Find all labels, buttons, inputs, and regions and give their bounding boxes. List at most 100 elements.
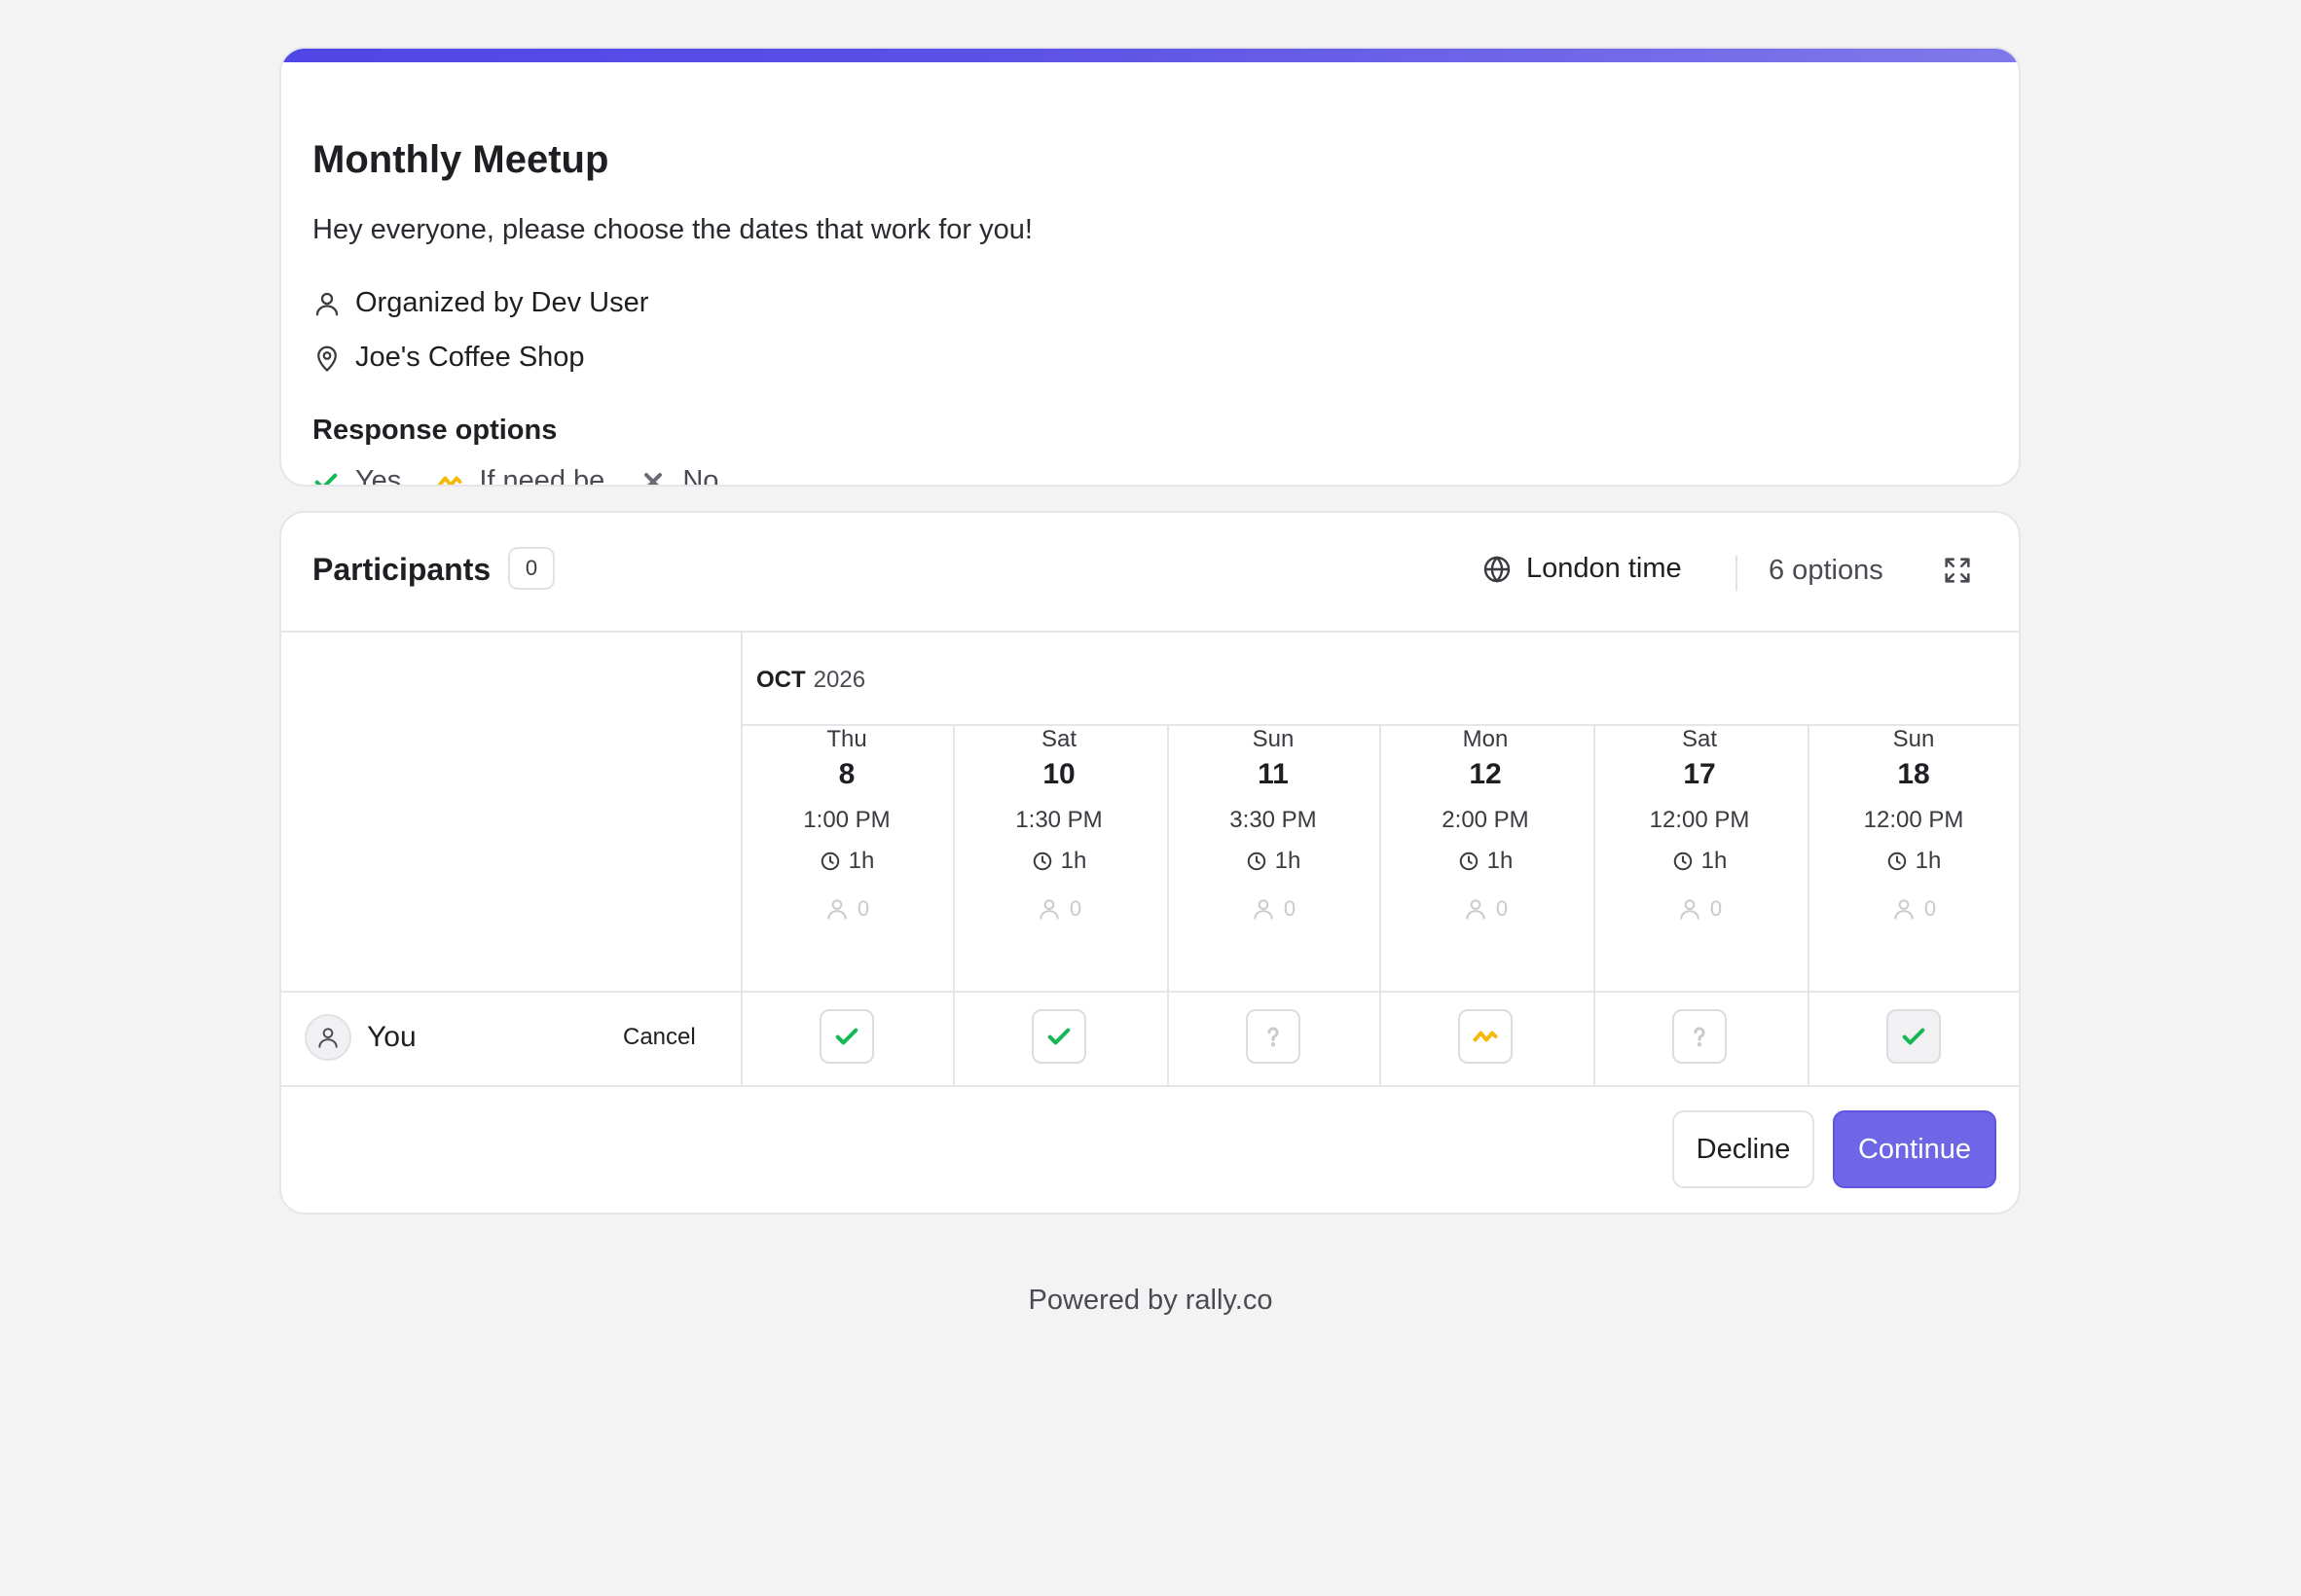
user-icon <box>1894 899 1914 920</box>
option-duration-label: 1h <box>1700 848 1728 874</box>
option-day: 12 <box>1469 758 1502 790</box>
option-count-label: 0 <box>1923 896 1937 921</box>
option-participant-count: 0 <box>1379 896 1591 922</box>
option-day: 11 <box>1258 758 1289 790</box>
option-day-of-week: Sun <box>1252 726 1295 752</box>
clock-icon <box>1887 852 1906 871</box>
participants-title: Participants <box>312 552 492 587</box>
option-column-header: Mon 12 2:00 PM 1h 0 <box>1379 725 1591 922</box>
vote-toggle[interactable] <box>1672 1009 1727 1064</box>
poll-description: Hey everyone, please choose the dates th… <box>312 214 1033 245</box>
header-divider <box>1735 556 1737 591</box>
organizer-text: Organized by Dev User <box>355 287 649 318</box>
option-duration-label: 1h <box>1060 848 1087 874</box>
question-icon <box>1694 1027 1705 1047</box>
option-time: 12:00 PM <box>1863 807 1964 833</box>
participants-card: Participants 0 London time 6 options OCT… <box>279 511 2021 1215</box>
if-need-be-icon <box>437 476 462 485</box>
option-participant-count: 0 <box>1167 896 1379 922</box>
response-option-no: No <box>639 465 718 485</box>
option-day: 18 <box>1897 758 1930 790</box>
avatar <box>305 1014 351 1061</box>
decline-button[interactable]: Decline <box>1672 1110 1814 1188</box>
continue-button[interactable]: Continue <box>1833 1110 1996 1188</box>
option-day-of-week: Sat <box>1681 726 1718 752</box>
user-icon <box>1466 899 1485 920</box>
user-icon <box>1254 899 1273 920</box>
month-year: 2026 <box>813 667 866 693</box>
x-icon <box>644 472 663 485</box>
user-icon <box>827 899 847 920</box>
expand-icon[interactable] <box>1941 554 1974 587</box>
response-option-ifneedbe: If need be <box>436 465 604 485</box>
user-icon <box>315 292 339 315</box>
option-count-label: 0 <box>1283 896 1297 921</box>
vote-toggle[interactable] <box>1886 1009 1941 1064</box>
location-text: Joe's Coffee Shop <box>355 342 585 373</box>
option-column-header: Thu 8 1:00 PM 1h 0 <box>741 725 953 922</box>
timezone-label: London time <box>1526 553 1682 584</box>
option-duration-label: 1h <box>1274 848 1301 874</box>
vote-toggle[interactable] <box>1458 1009 1513 1064</box>
clock-icon <box>1459 852 1478 871</box>
month-header: OCT 2026 <box>756 667 865 694</box>
month-name: OCT <box>756 667 806 693</box>
response-options-legend: Yes If need be No <box>312 465 753 485</box>
option-day-of-week: Thu <box>826 726 867 752</box>
check-icon <box>1902 1028 1925 1045</box>
option-participant-count: 0 <box>741 896 953 922</box>
check-icon <box>1047 1028 1071 1045</box>
option-day-of-week: Sat <box>1041 726 1077 752</box>
option-duration: 1h <box>1593 848 1806 875</box>
option-time: 2:00 PM <box>1442 807 1529 833</box>
option-time: 1:00 PM <box>803 807 891 833</box>
option-participant-count: 0 <box>953 896 1165 922</box>
option-day: 8 <box>838 758 856 790</box>
user-icon <box>1680 899 1699 920</box>
option-duration: 1h <box>1379 848 1591 875</box>
option-count-label: 0 <box>1709 896 1723 921</box>
option-day: 17 <box>1683 758 1716 790</box>
option-time: 12:00 PM <box>1649 807 1750 833</box>
participants-count-badge: 0 <box>508 547 555 590</box>
participant-name: You <box>367 1021 417 1053</box>
vote-toggle[interactable] <box>1032 1009 1086 1064</box>
option-column-header: Sat 17 12:00 PM 1h 0 <box>1593 725 1806 922</box>
poll-header-card: Monthly Meetup Hey everyone, please choo… <box>279 47 2021 487</box>
response-option-yes: Yes <box>312 465 401 485</box>
option-duration: 1h <box>1808 848 2019 875</box>
clock-icon <box>1673 852 1692 871</box>
option-time: 1:30 PM <box>1015 807 1103 833</box>
vote-toggle[interactable] <box>1246 1009 1300 1064</box>
participant-row-border <box>281 1085 2019 1087</box>
response-options-heading: Response options <box>312 415 558 446</box>
cancel-button[interactable]: Cancel <box>623 1024 696 1051</box>
option-duration-label: 1h <box>848 848 875 874</box>
location-row: Joe's Coffee Shop <box>312 342 585 374</box>
header-row-border <box>281 991 2019 993</box>
options-count: 6 options <box>1769 555 1883 586</box>
user-icon <box>318 1028 338 1048</box>
timezone-selector[interactable]: London time <box>1481 553 1682 585</box>
check-icon <box>314 473 338 485</box>
option-participant-count: 0 <box>1808 896 2019 922</box>
option-duration-label: 1h <box>1486 848 1514 874</box>
option-day-of-week: Mon <box>1462 726 1509 752</box>
option-day-of-week: Sun <box>1892 726 1935 752</box>
table-top-border <box>281 631 2019 633</box>
option-column-header: Sun 11 3:30 PM 1h 0 <box>1167 725 1379 922</box>
option-participant-count: 0 <box>1593 896 1806 922</box>
globe-icon <box>1483 555 1511 583</box>
clock-icon <box>1033 852 1051 871</box>
map-pin-icon <box>317 345 337 372</box>
vote-toggle[interactable] <box>820 1009 874 1064</box>
option-duration-label: 1h <box>1915 848 1942 874</box>
option-duration: 1h <box>741 848 953 875</box>
option-duration: 1h <box>1167 848 1379 875</box>
option-day: 10 <box>1042 758 1076 790</box>
clock-icon <box>821 852 839 871</box>
organizer-row: Organized by Dev User <box>312 287 648 319</box>
clock-icon <box>1247 852 1265 871</box>
option-time: 3:30 PM <box>1229 807 1317 833</box>
option-column-header: Sun 18 12:00 PM 1h 0 <box>1808 725 2019 922</box>
